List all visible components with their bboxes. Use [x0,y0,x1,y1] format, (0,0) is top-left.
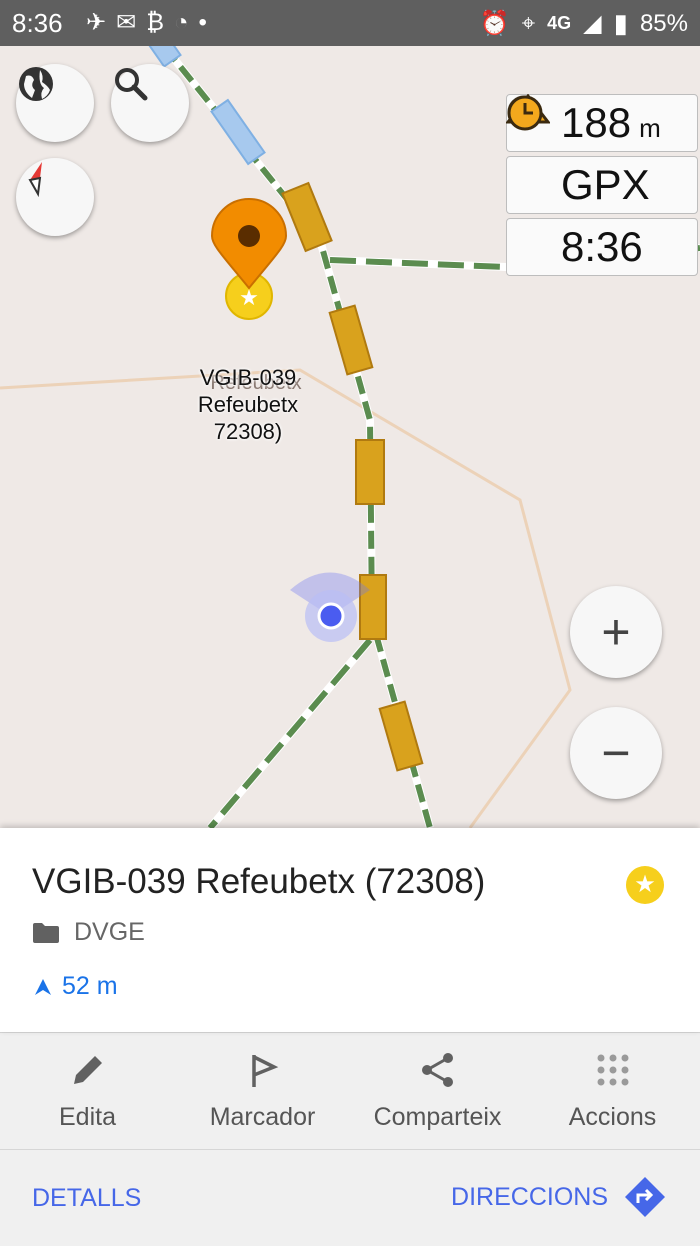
flag-icon [251,1054,278,1087]
point-context-sheet: VGIB-039 Refeubetx (72308) ★ DVGE 52 m E… [0,828,700,1246]
share-label: Comparteix [373,1102,502,1131]
telegram-icon: ✈ [86,9,117,36]
clock-value: 8:36 [561,223,643,270]
direction-arrow-icon [35,978,51,995]
point-info: VGIB-039 Refeubetx (72308) ★ DVGE 52 m [0,828,700,1032]
search-button[interactable] [111,64,189,142]
edit-button[interactable]: Edita [0,1033,175,1149]
compass-button[interactable] [16,158,94,236]
bridges [281,181,424,772]
zoom-out-button[interactable]: − [570,707,662,799]
directions-label: DIRECCIONS [451,1182,608,1211]
poi-marker[interactable]: ★ [210,198,288,320]
directions-icon [625,1177,665,1217]
folder-name: DVGE [74,918,145,946]
distance-value: 52 m [62,972,118,1000]
zoom-in-button[interactable]: + [570,586,662,678]
map-view[interactable]: ★ Refeubetx VGIB-039 Refeubetx 72308) 18… [0,46,700,828]
actions-button[interactable]: Accions [525,1033,700,1149]
bottom-bar: DETALLS DIRECCIONS [0,1149,700,1246]
edit-label: Edita [59,1102,116,1131]
search-icon [115,68,148,101]
details-button[interactable]: DETALLS [32,1184,141,1213]
altitude-unit: m [639,112,661,143]
my-location-marker [290,572,370,642]
battery-icon: ▮ [613,8,628,38]
notification-icons: ✈✉₿◔• [86,8,217,37]
battery-level: 85% [639,9,688,37]
share-button[interactable]: Comparteix [350,1033,525,1149]
gpx-widget[interactable]: GPX [506,95,698,214]
marker-button[interactable]: Marcador [175,1033,350,1149]
dot-icon: • [198,9,217,36]
network-type: 4G [547,13,572,33]
marker-label: Marcador [209,1102,316,1131]
point-title: VGIB-039 Refeubetx (72308) [32,862,486,901]
location-icon: ⌖ [521,9,536,37]
folder-row: DVGE [32,918,145,947]
folder-icon [33,922,59,943]
mail-icon: ✉ [116,9,147,36]
signal-icon: ◢ [583,10,602,37]
pencil-icon [73,1055,102,1084]
share-icon [421,1052,453,1087]
actions-label: Accions [568,1102,657,1131]
distance-row: 52 m [34,972,118,1001]
grid-icon [597,1054,628,1085]
system-icons: ⏰ ⌖ 4G ◢ ▮ 85% [480,8,688,39]
clock-widget[interactable]: 8:36 [506,95,698,276]
plus-icon: + [601,604,631,660]
star-icon: ★ [626,866,664,904]
poi-label: VGIB-039 Refeubetx 72308) [197,365,299,444]
minus-icon: − [601,725,631,781]
directions-button[interactable]: DIRECCIONS [451,1176,666,1218]
globe-button[interactable] [16,64,94,142]
track-southwest [207,638,373,828]
bitcoin-icon: ₿ [146,9,174,36]
gpx-label: GPX [561,161,650,208]
wifi-icon: ◔ [173,9,199,36]
action-bar: Edita Marcador Comparteix Accions [0,1032,700,1149]
map-widgets: 188 m GPX 8:36 [506,94,698,280]
status-bar: 8:36 ✈✉₿◔• ⏰ ⌖ 4G ◢ ▮ 85% [0,0,700,46]
status-time: 8:36 [12,8,63,38]
globe-icon [19,67,53,101]
altitude-value: 188 [561,99,632,146]
alarm-icon: ⏰ [479,10,510,37]
svg-text:★: ★ [239,286,259,311]
compass-icon [28,162,42,198]
